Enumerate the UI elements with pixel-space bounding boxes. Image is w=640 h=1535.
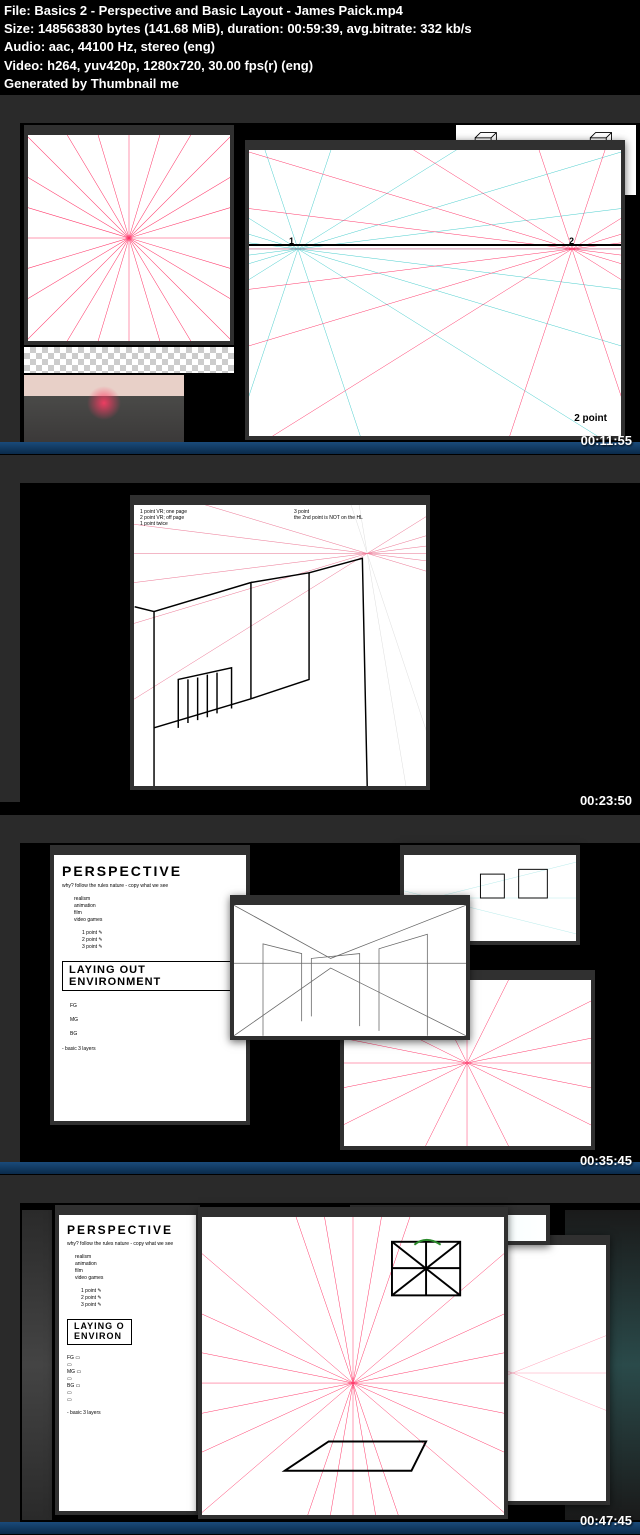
perspective-lines-icon	[28, 135, 230, 341]
canvas	[234, 905, 466, 1036]
heading-laying-out: LAYING OUT ENVIRONMENT	[62, 961, 238, 991]
dark-panel	[22, 1210, 52, 1520]
generator-line: Generated by Thumbnail me	[4, 75, 636, 93]
note-why: why? follow the rules nature - copy what…	[62, 883, 238, 890]
audio-line: Audio: aac, 44100 Hz, stereo (eng)	[4, 38, 636, 56]
canvas: 1 2 2 point	[249, 150, 621, 436]
label-2point: 2 point	[574, 413, 607, 424]
note-layers: FG MG BG	[70, 1003, 238, 1038]
note-layers: FG ▭▭MG ▭▭BG ▭▭▭	[67, 1355, 188, 1404]
app-menubar	[0, 95, 640, 123]
perspective-lines-icon	[249, 150, 621, 436]
canvas	[202, 1217, 504, 1515]
horizon-line	[249, 244, 621, 246]
os-taskbar	[0, 1522, 640, 1534]
timestamp: 00:11:55	[581, 433, 632, 448]
timestamp: 00:47:45	[580, 1513, 632, 1528]
app-menubar	[0, 455, 640, 483]
note-basic-layers: - basic 3 layers	[62, 1046, 238, 1053]
timestamp: 00:35:45	[580, 1153, 632, 1168]
note-why: why? follow the rules nature - copy what…	[67, 1241, 188, 1248]
app-toolbar	[0, 483, 20, 802]
app-menubar	[0, 815, 640, 843]
note-points: 1 point ✎ 2 point ✎ 3 point ✎	[82, 930, 238, 951]
document-window	[490, 1235, 610, 1505]
note-points: 1 point ✎ 2 point ✎ 3 point ✎	[81, 1288, 188, 1309]
heading-perspective: PERSPECTIVE	[62, 863, 238, 879]
heading-perspective: PERSPECTIVE	[67, 1223, 188, 1237]
hint-text: 3 point the 2nd point is NOT on the HL	[294, 509, 363, 521]
document-window	[198, 1207, 508, 1519]
os-taskbar	[0, 442, 640, 454]
os-taskbar	[0, 1162, 640, 1174]
size-line: Size: 148563830 bytes (141.68 MiB), dura…	[4, 20, 636, 38]
app-toolbar	[0, 1203, 20, 1522]
document-window	[230, 895, 470, 1040]
document-window: 1 point VR; one page 2 point VR; off pag…	[130, 495, 430, 790]
document-window	[24, 125, 234, 345]
note-reasons: realism animation film video games	[75, 1254, 188, 1282]
app-toolbar	[0, 843, 20, 1162]
thumbnail-grid: 1 2 2 point 00:11:55	[0, 95, 640, 1535]
canvas	[28, 135, 230, 341]
notes-window: PERSPECTIVE why? follow the rules nature…	[50, 845, 250, 1125]
reference-photo	[24, 375, 184, 445]
canvas: 1 point VR; one page 2 point VR; off pag…	[134, 505, 426, 786]
file-line: File: Basics 2 - Perspective and Basic L…	[4, 2, 636, 20]
vp-label: 1	[289, 236, 294, 246]
heading-laying-out: LAYING OENVIRON	[67, 1319, 132, 1345]
transparency-checker	[24, 347, 234, 373]
app-menubar	[0, 1175, 640, 1203]
app-toolbar	[0, 123, 20, 442]
thumbnail-frame: 1 2 2 point 00:11:55	[0, 95, 640, 455]
hint-text: 1 point VR; one page 2 point VR; off pag…	[140, 509, 187, 527]
video-line: Video: h264, yuv420p, 1280x720, 30.00 fp…	[4, 57, 636, 75]
thumbnail-frame: 1 point VR; one page 2 point VR; off pag…	[0, 455, 640, 815]
note-reasons: realism animation film video games	[74, 896, 238, 924]
notes-canvas: PERSPECTIVE why? follow the rules nature…	[59, 1215, 196, 1511]
buildings-sketch	[134, 505, 426, 786]
document-window: 1 2 2 point	[245, 140, 625, 440]
shape-overlay	[202, 1217, 504, 1515]
street-sketch	[234, 905, 466, 1036]
metadata-header: File: Basics 2 - Perspective and Basic L…	[0, 0, 640, 95]
vp-label: 2	[569, 236, 574, 246]
thumbnail-frame: PERSPECTIVE why? follow the rules nature…	[0, 1175, 640, 1535]
thumbnail-frame: PERSPECTIVE why? follow the rules nature…	[0, 815, 640, 1175]
timestamp: 00:23:50	[580, 793, 632, 808]
note-basic-layers: - basic 3 layers	[67, 1410, 188, 1417]
perspective-lines-icon	[494, 1245, 606, 1501]
notes-canvas: PERSPECTIVE why? follow the rules nature…	[54, 855, 246, 1121]
canvas	[494, 1245, 606, 1501]
notes-window: PERSPECTIVE why? follow the rules nature…	[55, 1205, 200, 1515]
